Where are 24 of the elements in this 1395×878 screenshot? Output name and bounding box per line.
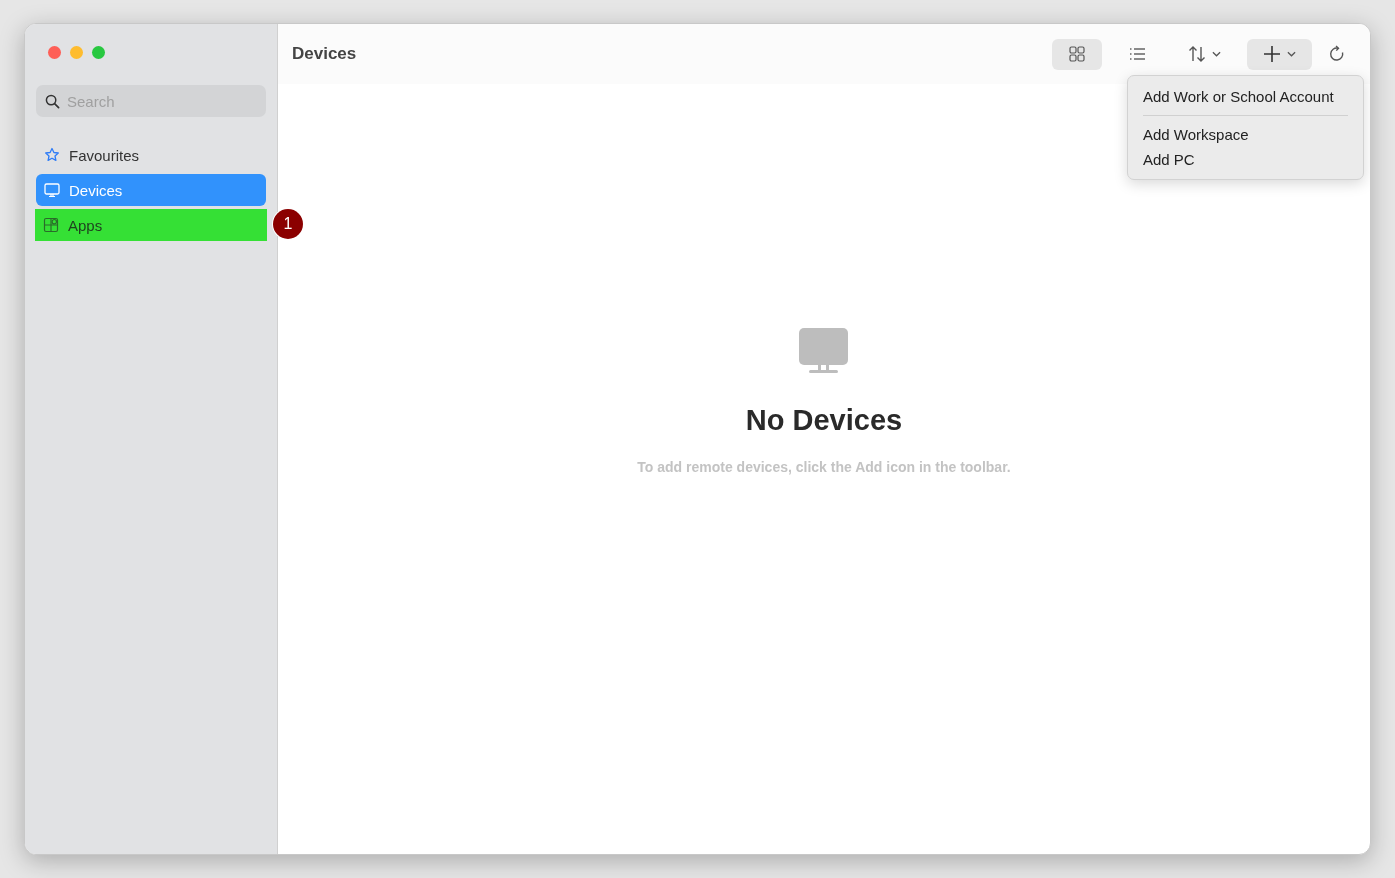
menu-item[interactable]: Add PC <box>1143 147 1348 172</box>
empty-state-title: No Devices <box>745 404 903 437</box>
list-icon <box>1128 45 1146 63</box>
empty-state-message: To add remote devices, click the Add icon in the toolbar. <box>637 459 1011 475</box>
menu-item[interactable]: Add Workspace <box>1143 122 1348 147</box>
star-icon <box>44 147 60 163</box>
monitor-icon <box>44 182 60 198</box>
refresh-icon <box>1328 45 1346 63</box>
close-button[interactable] <box>48 46 61 59</box>
chevron-icon <box>1212 51 1221 57</box>
monitor-icon <box>799 328 849 374</box>
sidebar-item[interactable]: Favourites <box>36 139 266 171</box>
grid-view-button[interactable] <box>1052 38 1102 70</box>
grid-icon <box>1068 45 1086 63</box>
sidebar-item[interactable]: Apps <box>35 209 267 241</box>
sort-icon <box>1188 45 1206 63</box>
plus-icon <box>1263 45 1281 63</box>
add-button[interactable] <box>1247 38 1312 70</box>
menu-item[interactable]: Add Work or School Account <box>1143 84 1348 116</box>
apps-icon <box>43 217 59 233</box>
chevron-icon <box>1287 51 1296 57</box>
window-title: Devices <box>292 44 357 64</box>
number-badge: 1 <box>273 209 303 239</box>
zoom-button[interactable] <box>92 46 105 59</box>
